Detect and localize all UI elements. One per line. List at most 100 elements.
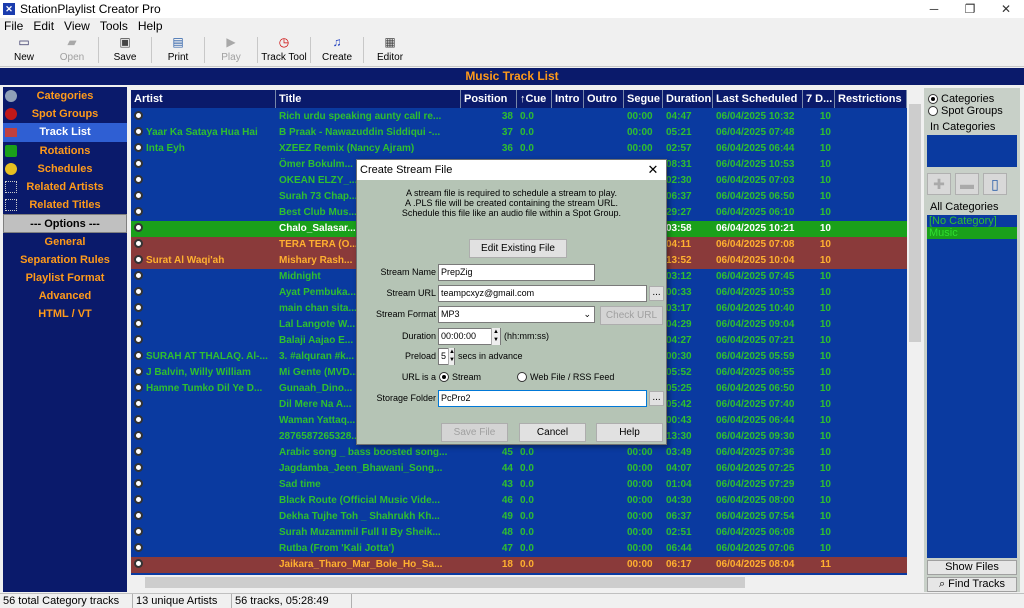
- table-row[interactable]: Sad time 43 0.0 00:00 01:04 06/04/2025 07:29 1…: [131, 477, 907, 493]
- table-row[interactable]: Rich urdu speaking aunty call re... 38 0.0…: [131, 109, 907, 125]
- track-icon: [134, 287, 143, 296]
- table-row[interactable]: Yaar Ka Sataya Hua Hai B Praak - Nawazudd…: [131, 125, 907, 141]
- create-button[interactable]: ♫ Create: [313, 33, 361, 66]
- table-row[interactable]: Black Route (Official Music Vide... 46 0.0…: [131, 493, 907, 509]
- sidebar-item-track-list[interactable]: Track List: [3, 123, 127, 142]
- vertical-scroll-thumb[interactable]: [909, 104, 921, 342]
- add-category-button[interactable]: ✚: [927, 173, 951, 195]
- track-icon: [134, 175, 143, 184]
- stream-format-select[interactable]: MP3 ⌄: [438, 306, 595, 323]
- sidebar-item-spot-groups[interactable]: Spot Groups: [3, 105, 127, 123]
- open-button[interactable]: ▰ Open: [48, 33, 96, 66]
- close-button[interactable]: ✕: [988, 0, 1024, 18]
- page-title: Music Track List: [465, 69, 559, 83]
- column-header[interactable]: 7 D...: [803, 90, 835, 108]
- minimize-button[interactable]: ─: [916, 0, 952, 18]
- cell-last: 06/04/2025 09:04: [716, 319, 795, 330]
- radio-stream[interactable]: Stream: [439, 372, 481, 382]
- in-categories-list[interactable]: [927, 135, 1017, 167]
- table-row[interactable]: Inta Eyh XZEEZ Remix (Nancy Ajram) 36 0.0 00…: [131, 141, 907, 157]
- preload-input[interactable]: 5 ▲ ▼: [438, 348, 455, 365]
- sidebar-item-advanced[interactable]: Advanced: [3, 287, 127, 305]
- horizontal-scrollbar[interactable]: [131, 576, 908, 589]
- play-button[interactable]: ▶ Play: [207, 33, 255, 66]
- remove-category-button[interactable]: ▬: [955, 173, 979, 195]
- cell-d7: 10: [819, 223, 831, 234]
- storage-folder-browse-button[interactable]: ...: [649, 391, 664, 406]
- category-no-category[interactable]: [No Category]: [927, 215, 1017, 227]
- track-tool-button[interactable]: ◷ Track Tool: [260, 33, 308, 66]
- cell-duration: 03:12: [666, 271, 692, 282]
- column-header[interactable]: ↑Cue: [517, 90, 552, 108]
- sidebar-item-schedules[interactable]: Schedules: [3, 160, 127, 178]
- sidebar-item-related-artists[interactable]: Related Artists: [3, 178, 127, 196]
- column-header[interactable]: Outro: [584, 90, 624, 108]
- stream-name-input[interactable]: PrepZig: [438, 264, 595, 281]
- cell-cue: 0.0: [520, 463, 534, 474]
- menu-view[interactable]: View: [64, 19, 90, 33]
- save-file-button[interactable]: Save File: [441, 423, 508, 442]
- cancel-button[interactable]: Cancel: [519, 423, 586, 442]
- editor-button[interactable]: ▦ Editor: [366, 33, 414, 66]
- table-row[interactable]: Surah Muzammil Full II By Sheik... 48 0.0 0…: [131, 525, 907, 541]
- column-header[interactable]: Title: [276, 90, 461, 108]
- column-header[interactable]: Intro: [552, 90, 584, 108]
- sidebar-item-playlist-format[interactable]: Playlist Format: [3, 269, 127, 287]
- column-header[interactable]: Segue: [624, 90, 663, 108]
- column-header[interactable]: Restrictions: [835, 90, 907, 108]
- menu-help[interactable]: Help: [138, 19, 163, 33]
- duration-label: Duration: [401, 331, 436, 341]
- cell-position: 38: [501, 111, 513, 122]
- table-row[interactable]: Jagdamba_Jeen_Bhawani_Song... 44 0.0 00:00 0…: [131, 461, 907, 477]
- save-button[interactable]: ▣ Save: [101, 33, 149, 66]
- duration-input[interactable]: 00:00:00 ▲ ▼: [438, 328, 501, 345]
- stream-url-browse-button[interactable]: ...: [649, 286, 664, 301]
- sidebar-item-html-vt[interactable]: HTML / VT: [3, 305, 127, 323]
- radio-spot-groups[interactable]: Spot Groups: [928, 105, 1020, 117]
- sidebar-item-categories[interactable]: Categories: [3, 87, 127, 105]
- track-icon: [134, 399, 143, 408]
- track-icon: [134, 255, 143, 264]
- check-url-button[interactable]: Check URL: [600, 306, 663, 325]
- sidebar-item-general[interactable]: General: [3, 233, 127, 251]
- dialog-close-icon[interactable]: ✕: [640, 160, 666, 180]
- new-button[interactable]: ▭ New: [0, 33, 48, 66]
- column-header[interactable]: Artist: [131, 90, 276, 108]
- track-icon: [134, 143, 143, 152]
- stream-url-input[interactable]: teampcxyz@gmail.com: [438, 285, 647, 302]
- column-header[interactable]: Duration: [663, 90, 713, 108]
- restore-button[interactable]: ❐: [952, 0, 988, 18]
- cell-segue: 00:00: [627, 511, 653, 522]
- radio-categories[interactable]: Categories: [928, 93, 1020, 105]
- cell-d7: 10: [819, 159, 831, 170]
- horizontal-scroll-thumb[interactable]: [145, 577, 745, 588]
- print-button[interactable]: ▤ Print: [154, 33, 202, 66]
- column-header[interactable]: Last Scheduled: [713, 90, 803, 108]
- table-row[interactable]: Rutba (From 'Kali Jotta') 47 0.0 00:00 06:44…: [131, 541, 907, 557]
- cell-d7: 10: [819, 255, 831, 266]
- edit-existing-file-button[interactable]: Edit Existing File: [469, 239, 567, 258]
- menu-file[interactable]: File: [4, 19, 23, 33]
- table-row[interactable]: Dekha Tujhe Toh _ Shahrukh Kh... 49 0.0 00:…: [131, 509, 907, 525]
- sidebar-item-rotations[interactable]: Rotations: [3, 142, 127, 160]
- show-files-button[interactable]: Show Files: [927, 560, 1017, 575]
- sidebar-item-related-titles[interactable]: Related Titles: [3, 196, 127, 214]
- storage-folder-input[interactable]: PcPro2: [438, 390, 647, 407]
- category-music[interactable]: Music: [927, 227, 1017, 239]
- sidebar-item-separation-rules[interactable]: Separation Rules: [3, 251, 127, 269]
- menu-tools[interactable]: Tools: [100, 19, 128, 33]
- cell-duration: 04:47: [666, 111, 692, 122]
- all-categories-list[interactable]: [No Category] Music: [927, 215, 1017, 558]
- column-header[interactable]: Position: [461, 90, 517, 108]
- vertical-scrollbar[interactable]: [908, 90, 922, 575]
- radio-web-file[interactable]: Web File / RSS Feed: [517, 372, 614, 382]
- category-file-button[interactable]: ▯: [983, 173, 1007, 195]
- find-tracks-button[interactable]: ⌕ Find Tracks: [927, 577, 1017, 592]
- table-row[interactable]: Jaikara_Tharo_Mar_Bole_Ho_Sa... 18 0.0 00:0…: [131, 557, 907, 573]
- preload-spinner[interactable]: ▲ ▼: [448, 348, 455, 365]
- duration-spinner[interactable]: ▲ ▼: [491, 328, 500, 345]
- cell-position: 45: [501, 447, 513, 458]
- table-row[interactable]: Arabic song _ bass boosted song... 45 0.0 0…: [131, 445, 907, 461]
- help-button[interactable]: Help: [596, 423, 663, 442]
- menu-edit[interactable]: Edit: [33, 19, 54, 33]
